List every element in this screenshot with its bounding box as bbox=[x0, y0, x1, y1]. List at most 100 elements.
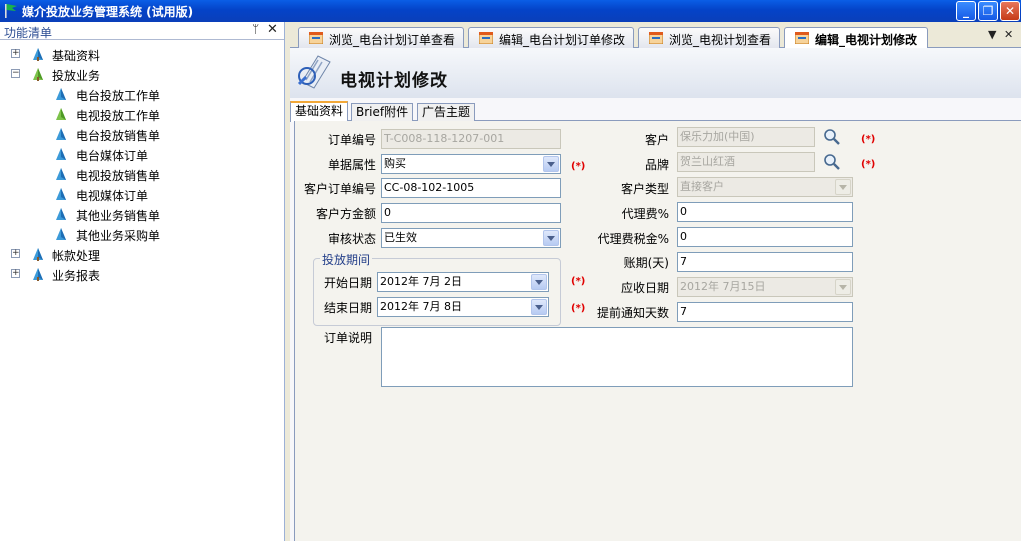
chevron-down-icon[interactable] bbox=[531, 274, 547, 290]
document-tab-strip: 浏览_电台计划订单查看 编辑_电台计划订单修改 浏览_电视计划查看 编辑_电视计… bbox=[290, 26, 1021, 49]
start-date-picker[interactable]: 2012年 7月 2日 bbox=[377, 272, 549, 292]
chevron-down-icon[interactable] bbox=[531, 299, 547, 315]
tab-tv-plan-view[interactable]: 浏览_电视计划查看 bbox=[638, 27, 780, 48]
doc-attr-value: 购买 bbox=[384, 157, 406, 170]
expand-icon[interactable]: + bbox=[11, 249, 20, 258]
page-title: 电视计划修改 bbox=[340, 71, 448, 91]
customer-label: 客户 bbox=[644, 133, 669, 147]
panel-close-icon[interactable]: ✕ bbox=[267, 22, 278, 37]
end-date-label: 结束日期 bbox=[323, 301, 372, 315]
tree-node-tv-work-order[interactable]: 电视投放工作单 bbox=[0, 104, 285, 124]
group-title: 投放期间 bbox=[320, 251, 373, 268]
minimize-button[interactable]: _ bbox=[956, 1, 976, 21]
account-period-field[interactable]: 7 bbox=[677, 252, 853, 272]
document-leaf-icon bbox=[56, 168, 66, 180]
tab-close-icon[interactable]: ✕ bbox=[1004, 28, 1013, 41]
maximize-button[interactable]: ❐ bbox=[978, 1, 998, 21]
tree-node-accounts[interactable]: + 帐款处理 bbox=[0, 244, 285, 264]
form-window-icon bbox=[649, 32, 663, 44]
tree-node-other-sales-order[interactable]: 其他业务销售单 bbox=[0, 204, 285, 224]
tree-node-radio-media-order[interactable]: 电台媒体订单 bbox=[0, 144, 285, 164]
tree-label: 电视投放销售单 bbox=[76, 169, 161, 183]
form-window-icon bbox=[309, 32, 323, 44]
tree-label: 电台媒体订单 bbox=[76, 149, 149, 163]
agency-tax-field[interactable]: 0 bbox=[677, 227, 853, 247]
customer-type-select: 直接客户 bbox=[677, 177, 853, 197]
notice-days-field[interactable]: 7 bbox=[677, 302, 853, 322]
agency-fee-field[interactable]: 0 bbox=[677, 202, 853, 222]
app-flag-icon bbox=[5, 4, 17, 18]
tab-tv-plan-edit[interactable]: 编辑_电视计划修改 bbox=[784, 27, 928, 49]
document-leaf-icon bbox=[56, 128, 66, 140]
tree-node-placement[interactable]: − 投放业务 bbox=[0, 64, 285, 84]
tree-node-radio-sales-order[interactable]: 电台投放销售单 bbox=[0, 124, 285, 144]
tree-node-radio-work-order[interactable]: 电台投放工作单 bbox=[0, 84, 285, 104]
customer-type-value: 直接客户 bbox=[680, 180, 724, 193]
required-mark: (*) bbox=[861, 159, 876, 170]
tree-label: 其他业务销售单 bbox=[76, 209, 161, 223]
client-order-no-field[interactable]: CC-08-102-1005 bbox=[381, 178, 561, 198]
tab-brief-attachment[interactable]: Brief附件 bbox=[351, 103, 414, 121]
tab-list-dropdown-icon[interactable]: ▼ bbox=[988, 28, 996, 41]
end-date-value: 2012年 7月 8日 bbox=[380, 300, 462, 313]
remarks-label: 订单说明 bbox=[323, 331, 372, 345]
audit-status-value: 已生效 bbox=[384, 231, 417, 244]
tab-radio-plan-edit[interactable]: 编辑_电台计划订单修改 bbox=[468, 27, 634, 48]
tab-label: 编辑_电台计划订单修改 bbox=[499, 33, 626, 47]
start-date-value: 2012年 7月 2日 bbox=[380, 275, 462, 288]
client-amount-label: 客户方金额 bbox=[315, 207, 376, 221]
document-leaf-icon bbox=[56, 208, 66, 220]
chevron-down-icon bbox=[835, 279, 851, 295]
window-titlebar[interactable]: 媒介投放业务管理系统 (试用版) _ ❐ ✕ bbox=[0, 0, 1021, 22]
folder-leaf-icon bbox=[33, 248, 43, 261]
document-leaf-icon bbox=[56, 108, 66, 120]
document-leaf-icon bbox=[56, 228, 66, 240]
basic-data-panel: 订单编号 T-C008-118-1207-001 单据属性 购买 (*) 客户订… bbox=[294, 121, 1021, 541]
tree-node-reports[interactable]: + 业务报表 bbox=[0, 264, 285, 284]
tree-node-basic-data[interactable]: + 基础资料 bbox=[0, 44, 285, 64]
form-window-icon bbox=[795, 32, 809, 44]
tree-node-other-purchase-order[interactable]: 其他业务采购单 bbox=[0, 224, 285, 244]
tree-label: 基础资料 bbox=[52, 49, 101, 63]
tab-basic-data[interactable]: 基础资料 bbox=[290, 101, 349, 122]
expand-icon[interactable]: + bbox=[11, 49, 20, 58]
doc-attr-select[interactable]: 购买 bbox=[381, 154, 561, 174]
audit-status-label: 审核状态 bbox=[327, 232, 376, 246]
notice-days-label: 提前通知天数 bbox=[596, 306, 669, 320]
folder-leaf-icon bbox=[33, 268, 43, 281]
required-mark: (*) bbox=[571, 303, 586, 314]
client-order-no-label: 客户订单编号 bbox=[303, 182, 376, 196]
end-date-picker[interactable]: 2012年 7月 8日 bbox=[377, 297, 549, 317]
chevron-down-icon[interactable] bbox=[543, 230, 559, 246]
tree-node-tv-sales-order[interactable]: 电视投放销售单 bbox=[0, 164, 285, 184]
audit-status-select[interactable]: 已生效 bbox=[381, 228, 561, 248]
tree-label: 电台投放工作单 bbox=[76, 89, 161, 103]
brand-field: 贺兰山红酒 bbox=[677, 152, 815, 172]
tab-label: 编辑_电视计划修改 bbox=[815, 33, 918, 47]
client-amount-field[interactable]: 0 bbox=[381, 203, 561, 223]
required-mark: (*) bbox=[571, 276, 586, 287]
document-leaf-icon bbox=[56, 148, 66, 160]
search-icon[interactable] bbox=[823, 128, 841, 146]
remarks-textarea[interactable] bbox=[381, 327, 853, 387]
form-window-icon bbox=[479, 32, 493, 44]
document-leaf-icon bbox=[56, 88, 66, 100]
collapse-icon[interactable]: − bbox=[11, 69, 20, 78]
tab-ad-theme[interactable]: 广告主题 bbox=[417, 103, 476, 121]
tree-label: 业务报表 bbox=[52, 269, 101, 283]
chevron-down-icon[interactable] bbox=[543, 156, 559, 172]
expand-icon[interactable]: + bbox=[11, 269, 20, 278]
folder-leaf-icon bbox=[33, 48, 43, 61]
document-content: 电视计划修改 基础资料 Brief附件 广告主题 订单编号 T-C008-118… bbox=[290, 48, 1021, 541]
document-leaf-icon bbox=[56, 188, 66, 200]
pin-icon[interactable]: ᛘ bbox=[252, 22, 259, 36]
required-mark: (*) bbox=[571, 161, 586, 172]
search-icon[interactable] bbox=[823, 153, 841, 171]
panel-title: 功能清单 bbox=[4, 26, 53, 40]
agency-tax-label: 代理费税金% bbox=[597, 232, 669, 246]
form-header: 电视计划修改 bbox=[290, 48, 1021, 98]
tab-radio-plan-view[interactable]: 浏览_电台计划订单查看 bbox=[298, 27, 464, 48]
tree-node-tv-media-order[interactable]: 电视媒体订单 bbox=[0, 184, 285, 204]
tree-label: 电视投放工作单 bbox=[76, 109, 161, 123]
close-button[interactable]: ✕ bbox=[1000, 1, 1020, 21]
